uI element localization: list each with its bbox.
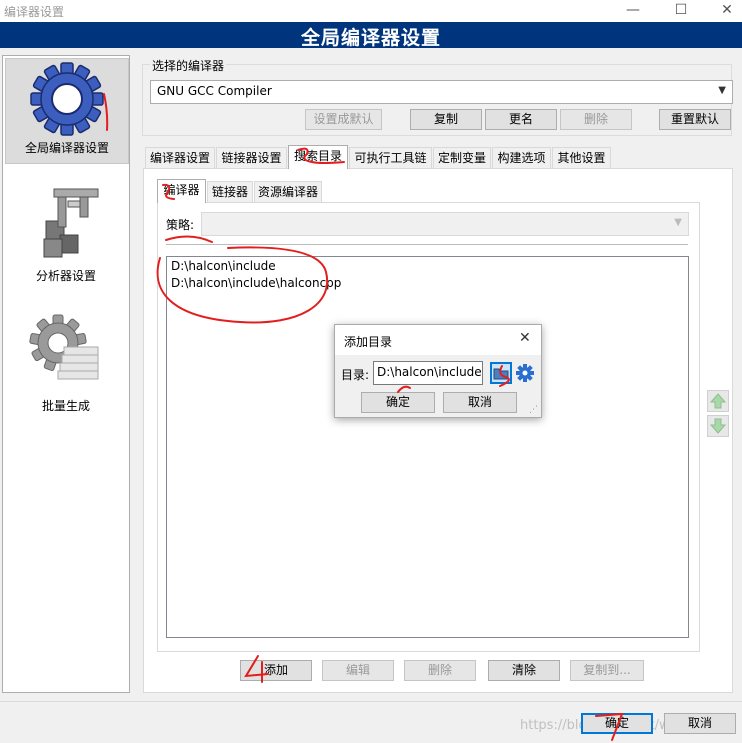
sidebar-item-label: 全局编译器设置 xyxy=(24,141,109,155)
maximize-button[interactable]: ☐ xyxy=(658,0,704,22)
ok-button[interactable]: 确定 xyxy=(581,713,653,734)
copy-compiler-button[interactable]: 复制 xyxy=(410,109,482,130)
dialog-settings-button[interactable] xyxy=(514,362,536,384)
compiler-group-label: 选择的编译器 xyxy=(150,57,227,74)
folder-icon xyxy=(493,368,509,380)
dialog-titlebar: 添加目录 ✕ xyxy=(335,325,541,355)
add-directory-dialog: 添加目录 ✕ 目录: D:\halcon\include 确定 取消 ⋰ xyxy=(334,324,542,418)
subtab-linker[interactable]: 链接器 xyxy=(207,181,253,202)
delete-directory-button[interactable]: 删除 xyxy=(404,660,476,681)
tab-compiler-settings[interactable]: 编译器设置 xyxy=(145,147,215,168)
move-down-button[interactable] xyxy=(707,415,729,437)
divider xyxy=(166,244,688,245)
resize-grip-icon[interactable]: ⋰ xyxy=(529,405,538,415)
delete-compiler-button[interactable]: 删除 xyxy=(560,109,632,130)
directory-list[interactable]: D:\halcon\include D:\halcon\include\halc… xyxy=(166,256,689,638)
gear-icon xyxy=(516,364,534,382)
caliper-icon xyxy=(43,188,99,258)
list-item[interactable]: D:\halcon\include xyxy=(171,259,276,273)
chevron-down-icon: ▼ xyxy=(674,217,682,228)
clear-directories-button[interactable]: 清除 xyxy=(488,660,560,681)
sidebar: 全局编译器设置 分析器设置 批量生成 xyxy=(2,55,130,693)
arrow-up-icon xyxy=(709,393,727,409)
policy-label: 策略: xyxy=(166,218,195,232)
compiler-select[interactable]: GNU GCC Compiler ▼ xyxy=(150,80,733,104)
sidebar-item-global-compiler[interactable]: 全局编译器设置 xyxy=(5,58,129,164)
tab-search-directories[interactable]: 搜索目录 xyxy=(288,145,348,169)
header-banner: 全局编译器设置 xyxy=(0,22,742,49)
tab-build-options[interactable]: 构建选项 xyxy=(492,147,551,168)
reset-defaults-button[interactable]: 重置默认 xyxy=(659,109,731,130)
sidebar-item-label: 批量生成 xyxy=(41,399,90,413)
move-up-button[interactable] xyxy=(707,390,729,412)
browse-folder-button[interactable] xyxy=(490,362,512,384)
dialog-close-icon[interactable]: ✕ xyxy=(519,330,531,346)
add-directory-button[interactable]: 添加 xyxy=(240,660,312,681)
edit-directory-button[interactable]: 编辑 xyxy=(322,660,394,681)
chevron-down-icon: ▼ xyxy=(718,85,726,96)
close-button[interactable]: ✕ xyxy=(704,0,742,22)
policy-select[interactable]: ▼ xyxy=(201,212,689,236)
compiler-select-value: GNU GCC Compiler xyxy=(157,84,272,98)
banner-title: 全局编译器设置 xyxy=(300,27,441,49)
sidebar-item-batch-build[interactable]: 批量生成 xyxy=(5,311,127,413)
dialog-cancel-button[interactable]: 取消 xyxy=(443,392,517,413)
window-title: 编译器设置 xyxy=(4,5,65,19)
cancel-button[interactable]: 取消 xyxy=(664,713,736,734)
list-item[interactable]: D:\halcon\include\halconcpp xyxy=(171,276,341,290)
tab-custom-variables[interactable]: 定制变量 xyxy=(433,147,491,168)
footer-divider xyxy=(0,701,742,702)
sidebar-item-label: 分析器设置 xyxy=(35,269,96,283)
copy-to-button[interactable]: 复制到... xyxy=(570,660,644,681)
dialog-dir-label: 目录: xyxy=(341,368,370,382)
gear-icon xyxy=(30,62,104,136)
tab-toolchain-executables[interactable]: 可执行工具链 xyxy=(349,147,432,168)
subtab-resource-compiler[interactable]: 资源编译器 xyxy=(254,181,322,202)
subtab-compiler[interactable]: 编译器 xyxy=(157,179,206,203)
sidebar-item-profiler[interactable]: 分析器设置 xyxy=(5,181,127,291)
dialog-title: 添加目录 xyxy=(344,335,393,349)
window-titlebar: 编译器设置 — ☐ ✕ xyxy=(0,0,742,22)
arrow-down-icon xyxy=(709,418,727,434)
dialog-ok-button[interactable]: 确定 xyxy=(361,392,435,413)
minimize-button[interactable]: — xyxy=(610,0,656,22)
set-default-button[interactable]: 设置成默认 xyxy=(305,109,382,130)
rename-compiler-button[interactable]: 更名 xyxy=(485,109,557,130)
tab-other-settings[interactable]: 其他设置 xyxy=(552,147,611,168)
directory-input[interactable]: D:\halcon\include xyxy=(373,361,483,385)
tab-linker-settings[interactable]: 链接器设置 xyxy=(216,147,287,168)
batch-gear-icon xyxy=(29,314,99,380)
